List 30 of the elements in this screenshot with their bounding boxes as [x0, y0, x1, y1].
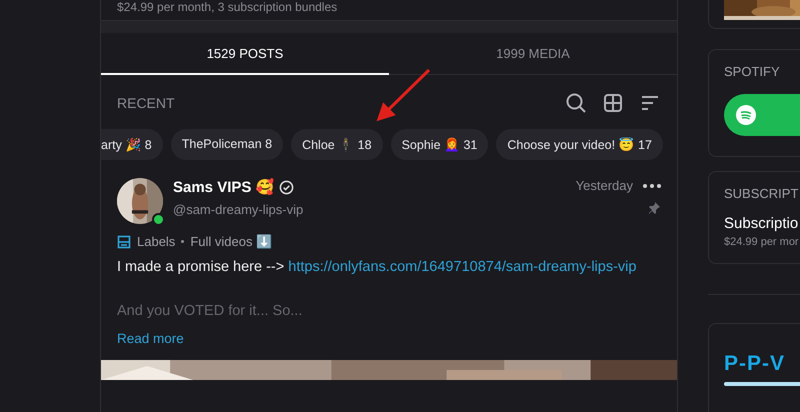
- post-link[interactable]: https://onlyfans.com/1649710874/sam-dreamy-lips-vip: [288, 259, 636, 275]
- post-time: Yesterday: [576, 178, 633, 193]
- author-name[interactable]: Sams VIPS 🥰: [173, 178, 275, 196]
- search-icon[interactable]: [565, 92, 587, 114]
- author-handle[interactable]: @sam-dreamy-lips-vip: [173, 202, 576, 217]
- card-title: SUBSCRIPT: [724, 186, 800, 201]
- section-title: RECENT: [117, 95, 176, 111]
- ppv-title[interactable]: P-P-V: [724, 352, 800, 376]
- subscription-info: $24.99 per month, 3 subscription bundles: [116, 0, 338, 14]
- tab[interactable]: 1529 POSTS: [101, 33, 389, 75]
- card-title: SPOTIFY: [724, 64, 781, 79]
- filter-chip[interactable]: Chloe 🕴 18: [291, 129, 383, 160]
- read-more-link[interactable]: Read more: [117, 331, 184, 346]
- post-text-faded: And you VOTED for it... So...: [117, 303, 304, 319]
- grid-icon[interactable]: [602, 92, 624, 114]
- post-text: I made a promise here --> https://onlyfans.com/1649710874/sam-dreamy-lips-vip: [117, 258, 637, 277]
- subscription-name: Subscriptio: [724, 215, 800, 232]
- filter-chip[interactable]: Choose your video! 😇 17: [496, 129, 663, 160]
- filter-chip[interactable]: arty 🎉 8: [101, 129, 163, 160]
- spotify-button[interactable]: [724, 94, 800, 136]
- filter-chip[interactable]: ThePoliceman 8: [170, 129, 284, 160]
- filter-chip[interactable]: Sophie 👩‍🦰 31: [390, 129, 488, 160]
- more-icon[interactable]: [643, 184, 661, 188]
- labels-icon: [117, 234, 131, 248]
- labels-title[interactable]: Labels: [137, 234, 176, 249]
- separator-dot: [181, 240, 184, 243]
- post-label[interactable]: Full videos ⬇: [190, 234, 272, 249]
- subscription-price: $24.99 per mor: [724, 236, 800, 248]
- tab[interactable]: 1999 MEDIA: [389, 33, 677, 75]
- spotify-icon: [736, 105, 756, 125]
